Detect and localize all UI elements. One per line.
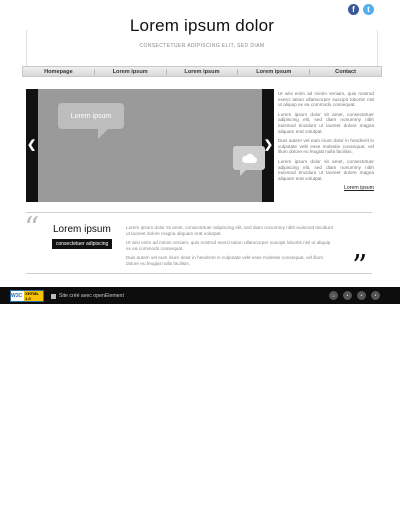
nav-item-contact[interactable]: Contact xyxy=(310,69,381,75)
quote-open-icon: “ xyxy=(24,211,40,246)
mail-icon[interactable]: • xyxy=(357,291,366,300)
site-footer: W3C XHTML 1.0 Site créé avec openElement… xyxy=(0,287,400,304)
slide-image: Lorem ipsum xyxy=(38,89,265,202)
bubble-text: Lorem ipsum xyxy=(70,112,112,120)
w3c-badge[interactable]: W3C XHTML 1.0 xyxy=(10,290,44,302)
quote-text: Lorem ipsum dolor sit amet, consectetuer… xyxy=(126,225,336,271)
bubble-tail xyxy=(98,127,110,139)
xhtml-badge: XHTML 1.0 xyxy=(24,291,43,301)
cloud-bubble-tail xyxy=(240,169,247,176)
side-paragraph: Ut wisi enim ad minim veniam, quis nostr… xyxy=(278,91,374,108)
site-title: Lorem ipsum dolor xyxy=(129,16,275,35)
credit-text: Site créé avec openElement xyxy=(59,293,124,299)
home-icon xyxy=(51,293,56,299)
slider-next-icon[interactable]: ❯ xyxy=(264,140,273,151)
quote-tag: consectetuer adipiscing xyxy=(52,239,113,249)
main-nav: Homepage Lorem ipsum Lorem ipsum Lorem i… xyxy=(22,66,382,77)
divider xyxy=(26,273,372,274)
site-subtitle: CONSECTETUER ADIPISCING ELIT, SED DIAM xyxy=(139,43,265,49)
footer-social: ⌂ • • • xyxy=(329,291,380,300)
nav-item-lorem-2[interactable]: Lorem ipsum xyxy=(167,69,238,75)
image-slider[interactable]: Lorem ipsum ❮ ❯ xyxy=(26,89,274,202)
nav-item-homepage[interactable]: Homepage xyxy=(23,69,94,75)
nav-item-lorem-3[interactable]: Lorem ipsum xyxy=(238,69,309,75)
side-paragraph: Lorem ipsum dolor sit amet, consectetuer… xyxy=(278,111,374,134)
cloud-icon xyxy=(242,153,257,163)
slider-prev-icon[interactable]: ❮ xyxy=(27,140,36,151)
divider xyxy=(26,212,372,213)
user-icon[interactable]: • xyxy=(371,291,380,300)
site-header: Lorem ipsum dolor CONSECTETUER ADIPISCIN… xyxy=(26,0,378,68)
home-icon[interactable]: ⌂ xyxy=(329,291,338,300)
side-paragraph: Lorem ipsum dolor sit amet, consectetuer… xyxy=(278,158,374,181)
read-more-link[interactable]: Lorem ipsum xyxy=(278,185,374,191)
footer-credit[interactable]: Site créé avec openElement xyxy=(51,293,124,299)
cloud-bubble xyxy=(233,146,265,176)
w3c-logo-text: W3C xyxy=(11,293,23,299)
speech-bubble: Lorem ipsum xyxy=(58,103,124,139)
side-paragraph: Duis autem vel eum iriure dolor in hendr… xyxy=(278,138,374,155)
side-text: Ut wisi enim ad minim veniam, quis nostr… xyxy=(278,91,374,191)
quote-close-icon: ” xyxy=(352,249,368,284)
nav-item-lorem-1[interactable]: Lorem ipsum xyxy=(95,69,166,75)
share-icon[interactable]: • xyxy=(343,291,352,300)
quote-title: Lorem ipsum xyxy=(53,224,111,235)
quote-paragraph: Ut wisi enim ad minim veniam, quis nostr… xyxy=(126,240,331,251)
quote-paragraph: Duis autem vel eum iriure dolor in hendr… xyxy=(126,255,323,266)
quote-paragraph: Lorem ipsum dolor sit amet, consectetuer… xyxy=(126,225,333,236)
